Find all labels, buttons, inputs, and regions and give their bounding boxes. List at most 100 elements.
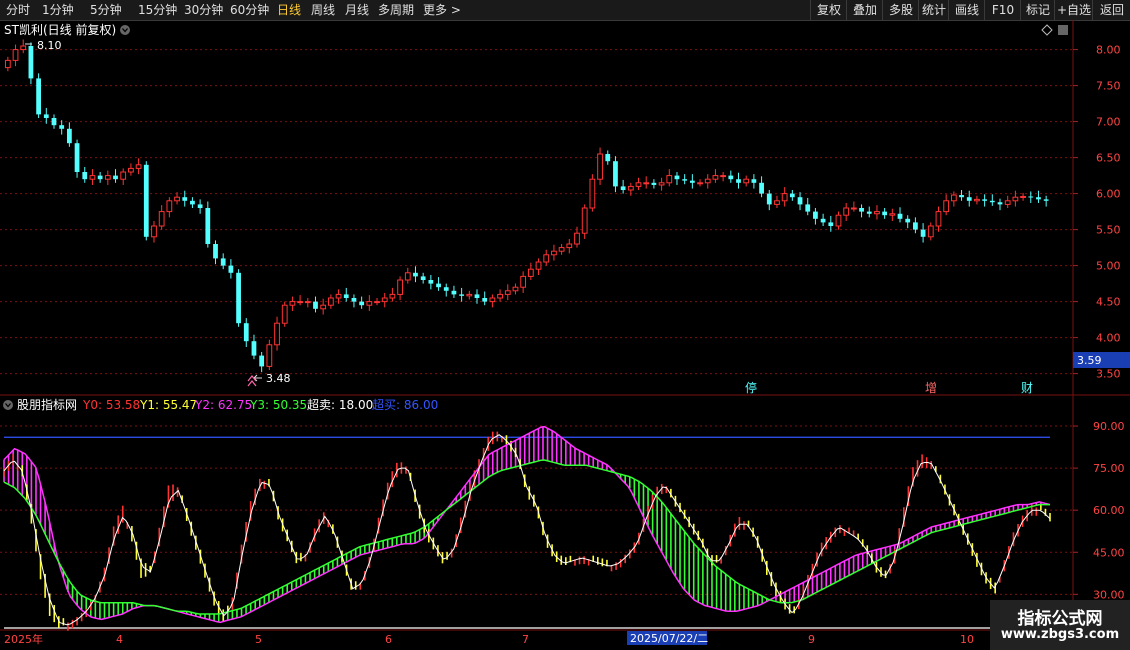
candle-body [236, 272, 241, 324]
candle-body [182, 197, 188, 201]
f10-button[interactable]: F10 [984, 0, 1021, 20]
candle-body [581, 207, 588, 234]
candle-body [512, 286, 519, 292]
period-tab-monthly[interactable]: 月线 [345, 2, 369, 18]
indicator-y-tick-label: 45.00 [1093, 546, 1125, 559]
mark-button[interactable]: 标记 [1020, 0, 1055, 20]
legend-y3-value: 50.35 [273, 398, 307, 412]
candle-body [651, 182, 657, 185]
period-tab-more[interactable]: 更多 > [423, 2, 461, 18]
statistics-button[interactable]: 统计 [918, 0, 949, 20]
candle-body [443, 287, 449, 291]
candle-body [436, 283, 441, 288]
candle-body [543, 254, 550, 263]
back-button[interactable]: 返回 [1092, 0, 1130, 20]
main-y-tick-label: 4.50 [1096, 296, 1121, 309]
candle-body [620, 186, 626, 190]
legend-y2-key: Y2 [194, 398, 210, 412]
period-tab-fenshi[interactable]: 分时 [6, 2, 30, 18]
candle-body [874, 211, 880, 215]
candle-body [920, 229, 926, 237]
candle-body [682, 179, 688, 181]
title-dropdown-icon[interactable] [120, 25, 130, 35]
candle-body [297, 301, 303, 304]
period-tab-daily[interactable]: 日线 [277, 2, 301, 18]
candle-body [674, 175, 680, 180]
candle-body [12, 49, 19, 61]
multi-stock-button[interactable]: 多股 [882, 0, 919, 20]
period-tab-15min[interactable]: 15分钟 [138, 2, 177, 18]
candle-body [866, 211, 872, 214]
marker-increase[interactable]: 增 [925, 381, 937, 395]
candle-body [374, 301, 380, 304]
indicator-legend: Y0: 53.58 Y1: 55.47 Y2: 62.75 Y3: 50.35 … [82, 397, 438, 412]
chart-area[interactable]: 8.00 7.50 7.00 6.50 6.00 5.50 5.00 4.50 4.00 3.50… [0, 20, 1130, 650]
candle-body [413, 272, 418, 277]
candle-body [574, 232, 580, 245]
candle-body [859, 208, 864, 212]
restore-rights-button[interactable]: 复权 [810, 0, 847, 20]
main-y-tick-label: 6.50 [1096, 152, 1121, 165]
legend-overbought-value: 86.00 [404, 398, 438, 412]
period-tab-multi[interactable]: 多周期 [378, 2, 414, 18]
candle-body [1036, 197, 1041, 200]
candle-body [104, 175, 111, 180]
x-label-oct: 10 [960, 633, 974, 646]
candle-body [889, 213, 896, 216]
indicator-y-tick-label: 75.00 [1093, 462, 1125, 475]
diamond-icon[interactable] [1041, 24, 1053, 36]
period-tab-weekly[interactable]: 周线 [311, 2, 335, 18]
candle-body [766, 193, 772, 205]
marker-finance[interactable]: 财 [1021, 381, 1033, 395]
draw-line-button[interactable]: 画线 [948, 0, 985, 20]
main-y-tick-label: 4.00 [1096, 332, 1121, 345]
indicator-histogram [3, 426, 1051, 631]
candle-body [566, 243, 573, 249]
period-tab-1min[interactable]: 1分钟 [42, 2, 74, 18]
period-tab-30min[interactable]: 30分钟 [184, 2, 223, 18]
candle-body [89, 175, 96, 180]
indicator-dropdown-icon[interactable] [3, 400, 13, 410]
candle-body [205, 208, 211, 244]
candle-body [974, 198, 980, 202]
high-label: 8.10 [37, 39, 62, 52]
period-tab-60min[interactable]: 60分钟 [230, 2, 269, 18]
overlay-button[interactable]: 叠加 [846, 0, 883, 20]
candle-body [420, 276, 426, 280]
indicator-title: 股朋指标网 [17, 397, 77, 412]
candles [4, 39, 1049, 373]
candle-body [190, 200, 195, 205]
candle-body [797, 197, 803, 205]
candle-body [274, 322, 280, 346]
candle-body [20, 45, 27, 51]
x-label-jul: 7 [522, 633, 529, 646]
main-y-tick-label: 7.00 [1096, 116, 1121, 129]
add-favorite-button[interactable]: +自选 [1054, 0, 1093, 20]
marker-suspend[interactable]: 停 [745, 380, 757, 395]
candle-body [658, 182, 665, 186]
candle-body [805, 204, 811, 212]
candle-body [966, 197, 972, 201]
watermark-title: 指标公式网 [1017, 609, 1103, 629]
candle-body [627, 185, 634, 191]
candle-body [850, 207, 857, 210]
x-label-sep: 9 [808, 633, 815, 646]
candle-body [1004, 200, 1011, 205]
candle-body [551, 250, 557, 256]
candle-body [28, 46, 34, 79]
candle-body [74, 143, 80, 172]
main-y-tick-label: 3.50 [1096, 368, 1121, 381]
candle-body [82, 172, 88, 180]
candle-body [489, 297, 496, 303]
candle-body [635, 182, 642, 187]
candle-body [813, 211, 818, 219]
period-tab-5min[interactable]: 5分钟 [90, 2, 122, 18]
watermark-url: www.zbgs3.com [1000, 627, 1120, 642]
candle-body [989, 200, 995, 203]
panel-toggle-icon[interactable] [1058, 25, 1068, 35]
candle-body [597, 153, 603, 180]
candle-body [135, 164, 142, 169]
candle-body [843, 207, 850, 216]
candle-body [120, 171, 127, 180]
candle-body [128, 167, 134, 173]
